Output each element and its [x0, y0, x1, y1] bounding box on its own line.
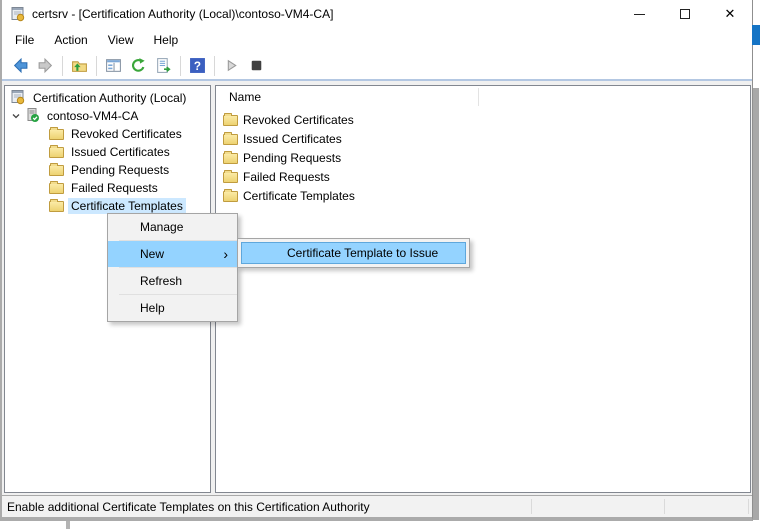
background-window-edge [753, 88, 759, 520]
menu-help[interactable]: Help [144, 30, 189, 50]
submenu-item-certificate-template-to-issue[interactable]: Certificate Template to Issue [241, 242, 466, 264]
menu-file[interactable]: File [5, 30, 44, 50]
folder-icon [223, 134, 238, 145]
close-button[interactable]: ✕ [708, 0, 752, 28]
status-panel-divider [664, 499, 665, 514]
folder-icon [49, 129, 64, 140]
tree-node-label: Pending Requests [68, 162, 172, 178]
screen: e certsrv - [Certification Authority (Lo… [0, 0, 760, 529]
folder-icon [223, 115, 238, 126]
list-body: Revoked Certificates Issued Certificates… [216, 108, 750, 205]
toolbar-separator [180, 56, 181, 76]
toolbar-separator [214, 56, 215, 76]
submenu-arrow-icon: › [223, 241, 228, 267]
list-item-label: Certificate Templates [243, 189, 355, 203]
certification-authority-icon [10, 89, 26, 108]
title-bar: certsrv - [Certification Authority (Loca… [2, 0, 752, 28]
up-one-level-icon[interactable] [67, 54, 92, 78]
list-item-issued-certificates[interactable]: Issued Certificates [216, 129, 750, 148]
toolbar-separator [62, 56, 63, 76]
start-service-icon[interactable] [219, 54, 244, 78]
menu-action[interactable]: Action [44, 30, 97, 50]
tree-node-pending-requests[interactable]: Pending Requests [5, 161, 210, 179]
tree-node-label: Certificate Templates [68, 198, 186, 214]
tree-node-certification-authority[interactable]: Certification Authority (Local) [5, 89, 210, 107]
list-item-revoked-certificates[interactable]: Revoked Certificates [216, 110, 750, 129]
tree-node-failed-requests[interactable]: Failed Requests [5, 179, 210, 197]
background-line-fragment [66, 521, 70, 529]
context-menu-item-label: New [140, 247, 164, 261]
menu-view[interactable]: View [98, 30, 144, 50]
status-panel-divider [531, 499, 532, 514]
tree-node-contoso-vm4-ca[interactable]: contoso-VM4-CA [5, 107, 210, 125]
status-panel-divider [748, 499, 749, 514]
status-bar: Enable additional Certificate Templates … [2, 495, 752, 517]
close-icon: ✕ [725, 6, 736, 22]
chevron-expanded-icon[interactable] [10, 110, 24, 122]
status-text: Enable additional Certificate Templates … [7, 500, 370, 514]
column-divider[interactable] [478, 88, 479, 106]
console-tree: Certification Authority (Local) [5, 86, 210, 215]
results-pane: Name Revoked Certificates Issued Certifi… [215, 85, 751, 493]
window-title: certsrv - [Certification Authority (Loca… [32, 0, 333, 28]
maximize-icon [680, 9, 690, 19]
context-menu-item-new[interactable]: New › [108, 241, 237, 267]
folder-icon [223, 191, 238, 202]
export-list-icon[interactable] [151, 54, 176, 78]
refresh-icon[interactable] [126, 54, 151, 78]
maximize-button[interactable] [662, 0, 708, 28]
tree-node-issued-certificates[interactable]: Issued Certificates [5, 143, 210, 161]
new-submenu: Certificate Template to Issue [237, 238, 470, 268]
stop-service-icon[interactable] [244, 54, 269, 78]
list-item-label: Failed Requests [243, 170, 330, 184]
list-item-failed-requests[interactable]: Failed Requests [216, 167, 750, 186]
help-icon[interactable]: ? [185, 54, 210, 78]
show-hide-console-tree-icon[interactable] [101, 54, 126, 78]
context-menu: Manage New › Refresh Help [107, 213, 238, 322]
folder-icon [49, 147, 64, 158]
forward-icon[interactable] [33, 54, 58, 78]
name-column-header[interactable]: Name [229, 90, 261, 104]
context-menu-item-manage[interactable]: Manage [108, 214, 237, 240]
svg-text:?: ? [194, 60, 201, 73]
toolbar: ? [2, 52, 752, 79]
folder-icon [49, 165, 64, 176]
folder-icon [49, 201, 64, 212]
minimize-button[interactable] [616, 0, 662, 28]
tree-node-label: Revoked Certificates [68, 126, 185, 142]
toolbar-separator [96, 56, 97, 76]
tree-node-label: Failed Requests [68, 180, 161, 196]
folder-icon [49, 183, 64, 194]
certsrv-app-icon [10, 6, 26, 22]
list-item-label: Pending Requests [243, 151, 341, 165]
back-icon[interactable] [8, 54, 33, 78]
tree-node-revoked-certificates[interactable]: Revoked Certificates [5, 125, 210, 143]
list-item-label: Issued Certificates [243, 132, 342, 146]
list-item-pending-requests[interactable]: Pending Requests [216, 148, 750, 167]
menu-bar: File Action View Help [2, 28, 752, 52]
folder-icon [223, 172, 238, 183]
context-menu-item-refresh[interactable]: Refresh [108, 268, 237, 294]
background-window-fragment [752, 25, 760, 45]
folder-icon [223, 153, 238, 164]
ca-server-icon [24, 107, 40, 126]
minimize-icon [634, 14, 645, 15]
context-menu-item-help[interactable]: Help [108, 295, 237, 321]
tree-node-label: contoso-VM4-CA [44, 108, 141, 124]
list-item-label: Revoked Certificates [243, 113, 354, 127]
list-header: Name [216, 86, 750, 108]
tree-node-label: Issued Certificates [68, 144, 173, 160]
list-item-certificate-templates[interactable]: Certificate Templates [216, 186, 750, 205]
tree-node-label: Certification Authority (Local) [30, 90, 189, 106]
